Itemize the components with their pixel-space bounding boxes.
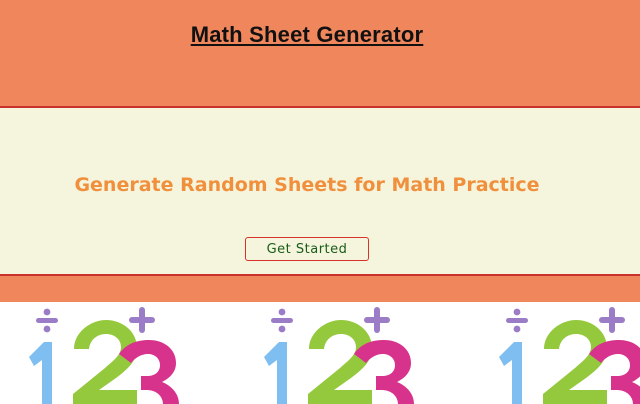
page: Math Sheet Generator Generate Random She… [0,0,640,404]
numbers-banner-graphic [29,307,640,404]
get-started-button[interactable]: Get Started [245,237,369,261]
numbers-banner [0,302,640,404]
orange-band [0,276,640,302]
hero-section: Generate Random Sheets for Math Practice… [0,108,640,276]
site-header: Math Sheet Generator [0,0,640,108]
hero-heading: Generate Random Sheets for Math Practice [74,174,540,196]
site-title[interactable]: Math Sheet Generator [0,22,614,48]
